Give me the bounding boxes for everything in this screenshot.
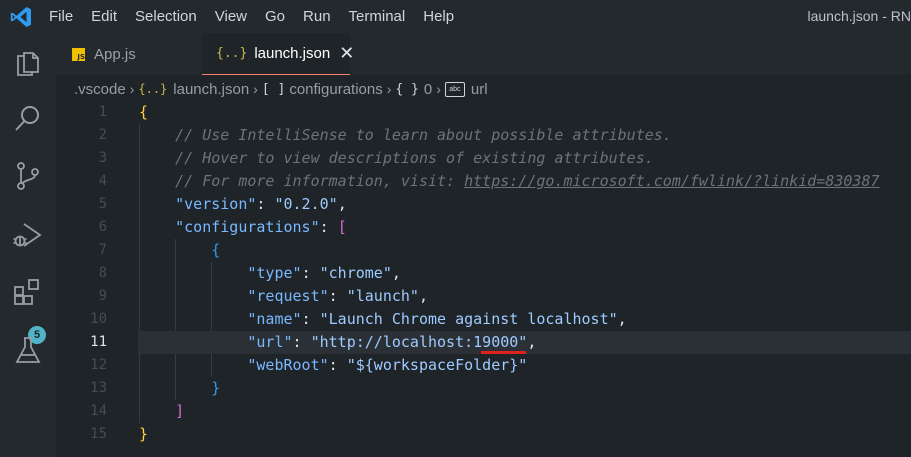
menu-terminal[interactable]: Terminal (340, 0, 415, 33)
breadcrumb-prop-label: url (470, 80, 488, 98)
search-icon[interactable] (12, 102, 44, 134)
tab-launch-json[interactable]: {..} launch.json ✕ (202, 33, 354, 75)
breadcrumb-file[interactable]: {..} launch.json (138, 81, 249, 98)
code-line: 8 "type": "chrome", (98, 264, 401, 282)
code-line: 7 { (98, 241, 221, 259)
explorer-icon[interactable] (12, 45, 44, 77)
code-line: 6 "configurations": [ (98, 218, 347, 236)
run-debug-icon[interactable] (12, 219, 44, 251)
breadcrumb-array-label: configurations (289, 80, 383, 98)
code-line: 14 ] (90, 402, 185, 420)
window-title: launch.json - RN (807, 8, 911, 24)
title-bar: File Edit Selection View Go Run Terminal… (0, 0, 911, 33)
code-line: 15 } (90, 425, 149, 443)
chevron-right-icon: › (386, 81, 392, 97)
activity-bar: 5 (0, 33, 56, 457)
menu-run[interactable]: Run (294, 0, 340, 33)
code-line: 12 "webRoot": "${workspaceFolder}" (90, 356, 528, 374)
code-editor[interactable]: 1 { 2 // Use IntelliSense to learn about… (56, 101, 911, 457)
code-line: 5 "version": "0.2.0", (98, 195, 347, 213)
code-line: 1 { (98, 103, 149, 121)
vscode-logo-icon[interactable] (9, 5, 33, 29)
comment-link[interactable]: https://go.microsoft.com/fwlink/?linkid=… (464, 172, 879, 190)
breadcrumb-index-label: 0 (423, 80, 433, 98)
breadcrumb-index[interactable]: { } 0 (395, 81, 432, 98)
current-code-line: 11 "url": "http://localhost:19000", (56, 331, 911, 354)
menu-go[interactable]: Go (256, 0, 294, 33)
url-value[interactable]: "http://localhost:19000" (311, 333, 528, 351)
menu-file[interactable]: File (41, 0, 82, 33)
breadcrumb-file-label: launch.json (173, 80, 250, 98)
code-line: 10 "name": "Launch Chrome against localh… (90, 310, 627, 328)
tab-app-js[interactable]: JS App.js (56, 33, 202, 75)
editor-tabs: JS App.js {..} launch.json ✕ (56, 33, 911, 75)
chevron-right-icon: › (436, 81, 441, 97)
breadcrumb: .vscode › {..} launch.json › [ ] configu… (56, 75, 911, 103)
source-control-icon[interactable] (12, 160, 44, 192)
close-icon[interactable]: ✕ (339, 43, 354, 64)
breadcrumb-prop[interactable]: abc url (444, 80, 488, 98)
breadcrumb-folder[interactable]: .vscode (74, 81, 126, 98)
js-icon: JS (72, 47, 85, 61)
string-property-icon: abc (444, 81, 465, 97)
code-line: 13 } (90, 379, 221, 397)
json-icon: {..} (138, 82, 168, 96)
code-line: 3 // Hover to view descriptions of exist… (98, 149, 654, 167)
object-icon: { } (395, 81, 419, 97)
menu-help[interactable]: Help (414, 0, 463, 33)
code-line: 4 // For more information, visit: https:… (98, 172, 880, 190)
code-line: 9 "request": "launch", (98, 287, 428, 305)
chevron-right-icon: › (253, 81, 258, 97)
menu-edit[interactable]: Edit (82, 0, 126, 33)
breadcrumb-array[interactable]: [ ] configurations (262, 81, 383, 98)
array-icon: [ ] (261, 81, 286, 97)
json-icon: {..} (216, 46, 248, 61)
chevron-right-icon: › (129, 81, 135, 97)
tab-label: launch.json (254, 45, 331, 62)
testing-flask-icon[interactable] (12, 334, 44, 366)
extensions-icon[interactable] (12, 277, 44, 309)
menu-view[interactable]: View (206, 0, 256, 33)
menu-selection[interactable]: Selection (126, 0, 206, 33)
code-line: 2 // Use IntelliSense to learn about pos… (98, 126, 672, 144)
tab-label: App.js (94, 45, 136, 63)
